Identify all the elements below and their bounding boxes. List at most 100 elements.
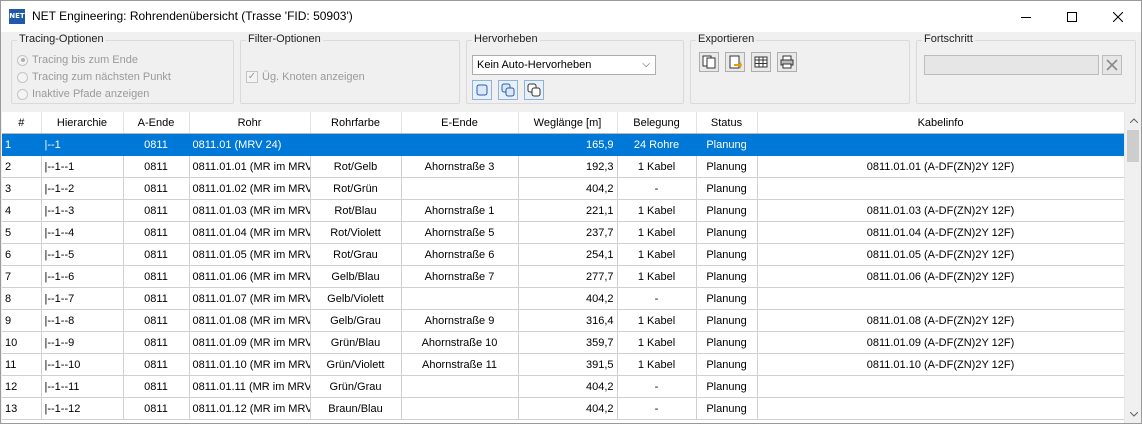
cell-pipe: 0811.01.10 (MR im MRV): [189, 353, 311, 376]
cell-a-end: 0811: [123, 199, 190, 222]
table-row[interactable]: 8 |--1--7 0811 0811.01.07 (MR im MRV) Gelb/V…: [2, 287, 1124, 310]
cell-e-end: Ahornstraße 7: [401, 265, 519, 288]
column-header-pipe-color[interactable]: Rohrfarbe: [310, 112, 402, 134]
radio-icon[interactable]: [17, 54, 28, 66]
highlight-single-button[interactable]: [472, 80, 492, 100]
checkbox-show-nodes[interactable]: ✓ Üg. Knoten anzeigen: [246, 69, 365, 85]
cell-occupancy: -: [617, 397, 697, 420]
table-row[interactable]: 6 |--1--5 0811 0811.01.05 (MR im MRV) Rot/Gr…: [2, 243, 1124, 266]
minimize-button[interactable]: [1003, 1, 1049, 32]
table-body: 1 |--1 0811 0811.01 (MRV 24) 165,9 24 Rohre Pl…: [2, 133, 1124, 420]
radio-icon[interactable]: [17, 71, 28, 83]
cell-pipe-color: Grün/Grau: [310, 375, 402, 398]
export-file-button[interactable]: [725, 52, 745, 72]
cell-e-end: [401, 177, 519, 200]
pipe-end-table[interactable]: # Hierarchie A-Ende Rohr Rohrfarbe E-Ende Wegl…: [2, 112, 1124, 423]
cell-hierarchy: |--1--2: [41, 177, 124, 200]
cell-path-length: 221,1: [518, 199, 618, 222]
scroll-down-arrow-icon[interactable]: [1125, 406, 1141, 423]
cell-occupancy: 1 Kabel: [617, 199, 697, 222]
table-row[interactable]: 7 |--1--6 0811 0811.01.06 (MR im MRV) Gelb/B…: [2, 265, 1124, 288]
table-row[interactable]: 9 |--1--8 0811 0811.01.08 (MR im MRV) Gelb/G…: [2, 309, 1124, 332]
highlight-add-button[interactable]: [498, 80, 518, 100]
table-row[interactable]: 1 |--1 0811 0811.01 (MRV 24) 165,9 24 Rohre Pl…: [2, 133, 1124, 156]
minimize-icon: [1021, 16, 1031, 18]
highlight-group: Hervorheben Kein Auto-Hervorheben ⌵: [466, 33, 684, 104]
column-header-cable-info[interactable]: Kabelinfo: [757, 112, 1124, 134]
cell-cable-info: [757, 287, 1124, 310]
highlight-select[interactable]: Kein Auto-Hervorheben ⌵: [472, 55, 656, 75]
highlight-title: Hervorheben: [472, 33, 540, 45]
radio-label: Inaktive Pfade anzeigen: [32, 88, 150, 100]
checkmark-icon[interactable]: ✓: [246, 71, 258, 83]
export-title: Exportieren: [696, 33, 757, 45]
highlight-all-icon: [527, 83, 541, 97]
vertical-scrollbar[interactable]: [1124, 112, 1141, 423]
cell-pipe-color: Grün/Blau: [310, 331, 402, 354]
table-export-button[interactable]: [751, 52, 771, 72]
close-icon: [1113, 11, 1123, 22]
radio-label: Tracing bis zum Ende: [32, 54, 138, 66]
column-header-e-end[interactable]: E-Ende: [401, 112, 519, 134]
cell-a-end: 0811: [123, 133, 190, 156]
radio-inactive-paths[interactable]: Inaktive Pfade anzeigen: [17, 86, 149, 102]
table-row[interactable]: 11 |--1--10 0811 0811.01.10 (MR im MRV) Grün…: [2, 353, 1124, 376]
cell-e-end: [401, 133, 519, 156]
cell-e-end: Ahornstraße 5: [401, 221, 519, 244]
cell-occupancy: 1 Kabel: [617, 331, 697, 354]
cell-path-length: 391,5: [518, 353, 618, 376]
column-header-occupancy[interactable]: Belegung: [617, 112, 697, 134]
cell-pipe: 0811.01.12 (MR im MRV): [189, 397, 311, 420]
cell-pipe: 0811.01 (MRV 24): [189, 133, 311, 156]
cell-hierarchy: |--1--11: [41, 375, 124, 398]
cell-status: Planung: [696, 265, 758, 288]
cell-a-end: 0811: [123, 177, 190, 200]
cancel-progress-button[interactable]: [1102, 55, 1122, 75]
table-row[interactable]: 2 |--1--1 0811 0811.01.01 (MR im MRV) Rot/Ge…: [2, 155, 1124, 178]
print-icon: [780, 55, 794, 69]
radio-trace-to-end[interactable]: Tracing bis zum Ende: [17, 52, 138, 68]
table-row[interactable]: 4 |--1--3 0811 0811.01.03 (MR im MRV) Rot/Bl…: [2, 199, 1124, 222]
cell-status: Planung: [696, 309, 758, 332]
cell-cable-info: 0811.01.08 (A-DF(ZN)2Y 12F): [757, 309, 1124, 332]
table-row[interactable]: 13 |--1--12 0811 0811.01.12 (MR im MRV) Brau…: [2, 397, 1124, 420]
print-button[interactable]: [777, 52, 797, 72]
column-header-path-length[interactable]: Weglänge [m]: [518, 112, 618, 134]
cell-occupancy: -: [617, 375, 697, 398]
cell-e-end: Ahornstraße 1: [401, 199, 519, 222]
table-row[interactable]: 3 |--1--2 0811 0811.01.02 (MR im MRV) Rot/Gr…: [2, 177, 1124, 200]
cell-cable-info: [757, 375, 1124, 398]
cell-e-end: Ahornstraße 6: [401, 243, 519, 266]
maximize-button[interactable]: [1049, 1, 1095, 32]
cell-number: 11: [2, 353, 42, 376]
table-row[interactable]: 12 |--1--11 0811 0811.01.11 (MR im MRV) Grün…: [2, 375, 1124, 398]
scrollbar-thumb[interactable]: [1127, 130, 1139, 162]
column-header-hierarchy[interactable]: Hierarchie: [41, 112, 124, 134]
cell-e-end: [401, 397, 519, 420]
cell-cable-info: [757, 397, 1124, 420]
cell-pipe: 0811.01.02 (MR im MRV): [189, 177, 311, 200]
close-button[interactable]: [1095, 1, 1141, 32]
cell-e-end: Ahornstraße 9: [401, 309, 519, 332]
cell-number: 13: [2, 397, 42, 420]
cell-hierarchy: |--1--12: [41, 397, 124, 420]
title-bar[interactable]: NET NET Engineering: Rohrendenübersicht …: [1, 1, 1141, 32]
cell-occupancy: 1 Kabel: [617, 265, 697, 288]
scroll-up-arrow-icon[interactable]: [1125, 112, 1141, 129]
close-icon: [1106, 59, 1118, 71]
column-header-a-end[interactable]: A-Ende: [123, 112, 190, 134]
column-header-number[interactable]: #: [2, 112, 42, 134]
cell-cable-info: 0811.01.01 (A-DF(ZN)2Y 12F): [757, 155, 1124, 178]
column-header-status[interactable]: Status: [696, 112, 758, 134]
cell-a-end: 0811: [123, 353, 190, 376]
cell-status: Planung: [696, 133, 758, 156]
table-row[interactable]: 10 |--1--9 0811 0811.01.09 (MR im MRV) Grün/…: [2, 331, 1124, 354]
copy-button[interactable]: [699, 52, 719, 72]
radio-trace-to-next[interactable]: Tracing zum nächsten Punkt: [17, 69, 171, 85]
highlight-all-button[interactable]: [524, 80, 544, 100]
cell-e-end: Ahornstraße 11: [401, 353, 519, 376]
cell-path-length: 192,3: [518, 155, 618, 178]
column-header-pipe[interactable]: Rohr: [189, 112, 311, 134]
table-row[interactable]: 5 |--1--4 0811 0811.01.04 (MR im MRV) Rot/Vi…: [2, 221, 1124, 244]
radio-icon[interactable]: [17, 88, 28, 100]
